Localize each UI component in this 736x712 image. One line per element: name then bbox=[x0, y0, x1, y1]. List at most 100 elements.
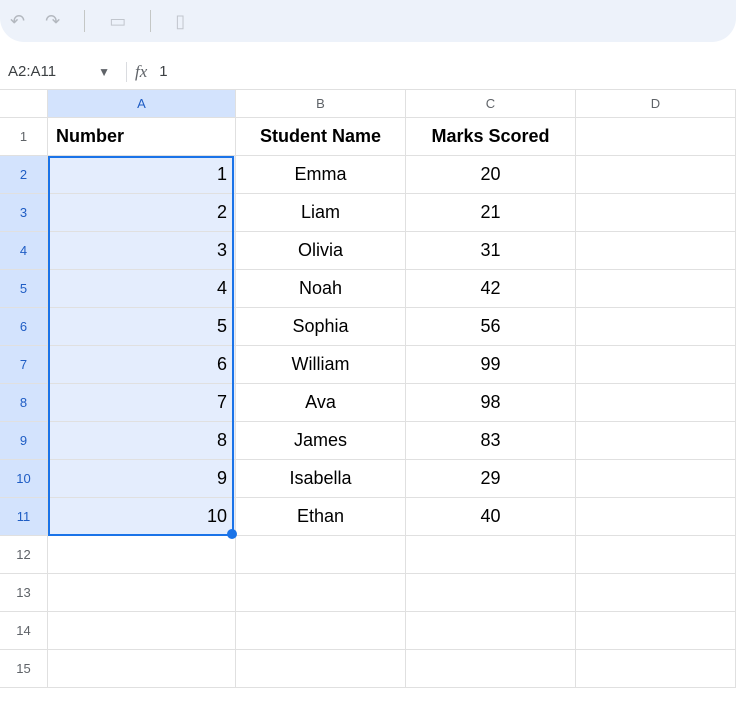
row-header[interactable]: 6 bbox=[0, 308, 48, 346]
cell[interactable] bbox=[236, 574, 406, 612]
cell[interactable] bbox=[236, 536, 406, 574]
cell[interactable]: 6 bbox=[48, 346, 236, 384]
row-header[interactable]: 10 bbox=[0, 460, 48, 498]
cell[interactable]: 40 bbox=[406, 498, 576, 536]
cell[interactable] bbox=[576, 194, 736, 232]
col-header-b[interactable]: B bbox=[236, 90, 406, 118]
row-header[interactable]: 9 bbox=[0, 422, 48, 460]
cell[interactable] bbox=[576, 270, 736, 308]
cell[interactable]: Emma bbox=[236, 156, 406, 194]
grid-row: 32Liam21 bbox=[0, 194, 736, 232]
selection-fill-handle[interactable] bbox=[227, 529, 237, 539]
cell[interactable]: 98 bbox=[406, 384, 576, 422]
row-header[interactable]: 1 bbox=[0, 118, 48, 156]
cell[interactable]: 9 bbox=[48, 460, 236, 498]
cell[interactable]: Ava bbox=[236, 384, 406, 422]
cell[interactable] bbox=[236, 612, 406, 650]
row-header[interactable]: 12 bbox=[0, 536, 48, 574]
cell[interactable]: 4 bbox=[48, 270, 236, 308]
cell[interactable] bbox=[576, 498, 736, 536]
cell[interactable]: 10 bbox=[48, 498, 236, 536]
grid-row: 14 bbox=[0, 612, 736, 650]
cell[interactable]: 20 bbox=[406, 156, 576, 194]
cell[interactable]: Liam bbox=[236, 194, 406, 232]
row-header[interactable]: 3 bbox=[0, 194, 48, 232]
cell[interactable] bbox=[576, 422, 736, 460]
row-header[interactable]: 13 bbox=[0, 574, 48, 612]
cell[interactable] bbox=[406, 612, 576, 650]
grid-row: 54Noah42 bbox=[0, 270, 736, 308]
cell-a1[interactable]: Number bbox=[48, 118, 236, 156]
cell[interactable] bbox=[406, 650, 576, 688]
cell[interactable] bbox=[576, 650, 736, 688]
cell[interactable] bbox=[48, 536, 236, 574]
cell[interactable]: 29 bbox=[406, 460, 576, 498]
cell[interactable] bbox=[48, 574, 236, 612]
cell-b1[interactable]: Student Name bbox=[236, 118, 406, 156]
cell[interactable]: 3 bbox=[48, 232, 236, 270]
col-header-d[interactable]: D bbox=[576, 90, 736, 118]
select-all-corner[interactable] bbox=[0, 90, 48, 118]
redo-icon[interactable]: ↷ bbox=[45, 11, 60, 32]
grid-row: 76William99 bbox=[0, 346, 736, 384]
name-box-value: A2:A11 bbox=[8, 63, 98, 80]
row-header[interactable]: 14 bbox=[0, 612, 48, 650]
cell[interactable]: 2 bbox=[48, 194, 236, 232]
col-header-a[interactable]: A bbox=[48, 90, 236, 118]
cell[interactable]: 99 bbox=[406, 346, 576, 384]
cell[interactable] bbox=[576, 574, 736, 612]
cell[interactable]: Ethan bbox=[236, 498, 406, 536]
cell[interactable] bbox=[576, 232, 736, 270]
undo-icon[interactable]: ↶ bbox=[10, 11, 25, 32]
cell[interactable]: 83 bbox=[406, 422, 576, 460]
insert-icon[interactable]: ▯ bbox=[175, 11, 185, 32]
cell[interactable]: Sophia bbox=[236, 308, 406, 346]
cell[interactable]: James bbox=[236, 422, 406, 460]
cell[interactable] bbox=[406, 574, 576, 612]
cell-d1[interactable] bbox=[576, 118, 736, 156]
format-icon[interactable]: ▭ bbox=[109, 11, 126, 32]
cell[interactable] bbox=[48, 650, 236, 688]
cell[interactable] bbox=[576, 346, 736, 384]
row-header[interactable]: 8 bbox=[0, 384, 48, 422]
cell[interactable] bbox=[236, 650, 406, 688]
cell[interactable]: 31 bbox=[406, 232, 576, 270]
cell[interactable] bbox=[576, 156, 736, 194]
column-headers: A B C D bbox=[0, 90, 736, 118]
cell[interactable]: 7 bbox=[48, 384, 236, 422]
cell[interactable] bbox=[576, 308, 736, 346]
cell[interactable] bbox=[576, 612, 736, 650]
name-box[interactable]: A2:A11 ▼ bbox=[8, 63, 118, 80]
col-header-c[interactable]: C bbox=[406, 90, 576, 118]
formula-input[interactable] bbox=[159, 63, 728, 80]
cell[interactable] bbox=[576, 536, 736, 574]
cell[interactable] bbox=[48, 612, 236, 650]
cell[interactable]: Noah bbox=[236, 270, 406, 308]
name-box-dropdown-icon[interactable]: ▼ bbox=[98, 65, 110, 79]
cell[interactable]: 42 bbox=[406, 270, 576, 308]
row-header[interactable]: 11 bbox=[0, 498, 48, 536]
cell[interactable]: Olivia bbox=[236, 232, 406, 270]
cell-c1[interactable]: Marks Scored bbox=[406, 118, 576, 156]
cell[interactable]: 56 bbox=[406, 308, 576, 346]
cell[interactable]: 5 bbox=[48, 308, 236, 346]
spreadsheet-grid: A B C D 1 Number Student Name Marks Scor… bbox=[0, 90, 736, 688]
cell[interactable]: 21 bbox=[406, 194, 576, 232]
grid-row: 65Sophia56 bbox=[0, 308, 736, 346]
cell[interactable]: Isabella bbox=[236, 460, 406, 498]
cell[interactable]: 8 bbox=[48, 422, 236, 460]
cell[interactable] bbox=[576, 460, 736, 498]
grid-row: 12 bbox=[0, 536, 736, 574]
row-header[interactable]: 4 bbox=[0, 232, 48, 270]
row-header[interactable]: 15 bbox=[0, 650, 48, 688]
cell[interactable]: William bbox=[236, 346, 406, 384]
cell[interactable] bbox=[406, 536, 576, 574]
cell[interactable] bbox=[576, 384, 736, 422]
fx-label: fx bbox=[135, 62, 147, 82]
row-header[interactable]: 5 bbox=[0, 270, 48, 308]
row-header[interactable]: 2 bbox=[0, 156, 48, 194]
cell[interactable]: 1 bbox=[48, 156, 236, 194]
row-header[interactable]: 7 bbox=[0, 346, 48, 384]
grid-row: 15 bbox=[0, 650, 736, 688]
grid-row: 43Olivia31 bbox=[0, 232, 736, 270]
